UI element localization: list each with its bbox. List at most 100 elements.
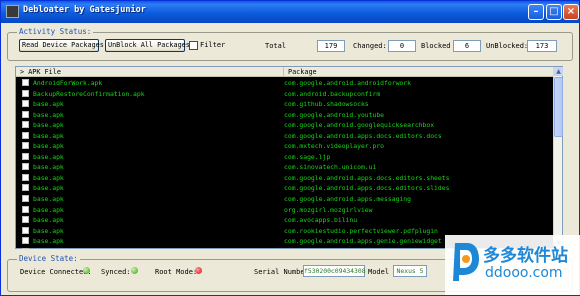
row-block-checkbox[interactable] — [22, 226, 29, 234]
row-block-checkbox[interactable] — [22, 163, 29, 171]
apk-file-cell: base.apk — [33, 195, 64, 204]
row-block-checkbox[interactable] — [22, 89, 29, 97]
row-block-checkbox[interactable] — [22, 152, 29, 160]
table-row[interactable]: base.apk com.google.android.apps.docs.edi… — [16, 183, 554, 194]
package-cell: com.google.android.apps.genie.geniewidge… — [284, 237, 442, 246]
model-value: Nexus 5 — [393, 265, 427, 277]
table-row[interactable]: AndroidForWork.apk com.google.android.and… — [16, 78, 554, 89]
package-cell: com.mxtech.videoplayer.pro — [284, 142, 385, 151]
scroll-up-icon[interactable]: ▲ — [554, 67, 563, 76]
table-row[interactable]: base.apk com.github.shadowsocks — [16, 99, 554, 110]
table-row[interactable]: BackupRestoreConfirmation.apk com.android… — [16, 89, 554, 100]
app-window: Debloater by Gatesjunior – □ × Activity … — [0, 0, 580, 296]
filter-label: Filter — [200, 41, 226, 49]
row-block-checkbox[interactable] — [22, 216, 29, 224]
apk-file-cell: base.apk — [33, 110, 64, 119]
table-row[interactable]: base.apk com.mxtech.videoplayer.pro — [16, 141, 554, 152]
row-block-checkbox[interactable] — [22, 142, 29, 150]
apk-file-cell: base.apk — [33, 163, 64, 172]
row-block-checkbox[interactable] — [22, 173, 29, 181]
synced-label: Synced: — [101, 268, 131, 276]
vertical-scrollbar[interactable]: ▲ ▼ — [553, 67, 563, 248]
column-header-package[interactable]: Package — [284, 67, 554, 77]
minimize-button[interactable]: – — [528, 4, 544, 20]
unblocked-value: 173 — [527, 40, 557, 52]
row-block-checkbox[interactable] — [22, 237, 29, 245]
scroll-thumb[interactable] — [554, 77, 563, 137]
apk-file-cell: base.apk — [33, 247, 64, 249]
apk-file-cell: base.apk — [33, 142, 64, 151]
serial-number-value: f530200c09434308 — [303, 265, 366, 277]
row-block-checkbox[interactable] — [22, 184, 29, 192]
title-bar[interactable]: Debloater by Gatesjunior – □ × — [1, 1, 579, 23]
maximize-button[interactable]: □ — [546, 4, 562, 20]
apk-file-cell: base.apk — [33, 131, 64, 140]
apk-file-cell: AndroidForWork.apk — [33, 79, 103, 87]
watermark-logo-icon — [453, 243, 479, 281]
row-block-checkbox[interactable] — [22, 131, 29, 139]
row-block-checkbox[interactable] — [22, 195, 29, 203]
list-rows: AndroidForWork.apk com.google.android.and… — [16, 78, 554, 249]
package-cell: com.google.android.apps.messaging — [284, 195, 411, 204]
row-block-checkbox[interactable] — [22, 100, 29, 108]
package-cell: com.rookiestudio.perfectviewer.pdfplugin — [284, 226, 438, 235]
table-row[interactable]: base.apk com.google.android.apps.docs.edi… — [16, 173, 554, 184]
table-row[interactable]: base.apk com.google.android.apps.docs.edi… — [16, 131, 554, 142]
table-row[interactable]: base.apk com.avocapps.bilinu — [16, 215, 554, 226]
apk-file-cell: base.apk — [33, 216, 64, 225]
total-label: Total — [265, 42, 287, 50]
unblocked-label: UnBlocked: — [486, 42, 529, 50]
model-label: Model — [368, 268, 390, 276]
activity-status-legend: Activity Status: — [17, 27, 94, 36]
blocked-label: Blocked — [421, 42, 451, 50]
app-icon — [6, 5, 19, 18]
row-block-checkbox[interactable] — [22, 205, 29, 213]
package-cell: com.google.android.apps.docs.editors.sli… — [284, 184, 450, 193]
table-row[interactable]: base.apk com.google.android.googlequickse… — [16, 120, 554, 131]
package-cell: com.github.shadowsocks — [284, 100, 369, 109]
device-connected-indicator-icon — [83, 267, 90, 274]
package-cell: com.google.android.apps.docs.editors.doc… — [284, 131, 442, 140]
apk-file-cell: base.apk — [33, 205, 64, 214]
package-cell: com.sage.ljp — [284, 152, 331, 161]
synced-indicator-icon — [131, 267, 138, 274]
package-cell: com.google.android.apps.docs.editors.she… — [284, 173, 450, 182]
apk-file-cell: base.apk — [33, 100, 64, 109]
package-cell: com.rookiestudio.perfectviewer — [284, 247, 399, 249]
column-header-apk-file-label: APK File — [28, 68, 61, 76]
close-button[interactable]: × — [563, 4, 579, 20]
root-mode-indicator-icon — [195, 267, 202, 274]
root-mode-label: Root Mode: — [155, 268, 198, 276]
package-cell: com.avocapps.bilinu — [284, 216, 358, 225]
package-cell: com.sinovatech.unicom.ui — [284, 163, 377, 172]
apk-file-cell: base.apk — [33, 226, 64, 235]
watermark: 多多软件站 ddooo.com — [445, 235, 580, 295]
row-block-checkbox[interactable] — [22, 79, 29, 86]
unblock-all-packages-button[interactable]: UnBlock All Packages — [105, 39, 190, 52]
package-cell: org.mozgirl.mozgirlview — [284, 205, 373, 214]
filter-checkbox[interactable] — [189, 41, 198, 50]
row-block-checkbox[interactable] — [22, 121, 29, 129]
table-row[interactable]: base.apk com.google.android.apps.messagin… — [16, 194, 554, 205]
window-title: Debloater by Gatesjunior — [23, 5, 146, 15]
package-cell: com.google.android.googlequicksearchbox — [284, 121, 435, 130]
watermark-en-text: ddooo.com — [485, 265, 563, 281]
read-device-packages-button[interactable]: Read Device Packages — [19, 39, 104, 52]
package-cell: com.google.android.androidforwork — [284, 79, 411, 87]
table-row[interactable]: base.apk org.mozgirl.mozgirlview — [16, 205, 554, 216]
table-row[interactable]: base.apk com.sage.ljp — [16, 152, 554, 163]
changed-label: Changed: — [353, 42, 387, 50]
column-header-apk-file[interactable]: > APK File — [16, 67, 284, 77]
row-block-checkbox[interactable] — [22, 110, 29, 118]
package-list[interactable]: > APK File Package AndroidForWork.apk com… — [15, 66, 563, 249]
apk-file-cell: base.apk — [33, 121, 64, 130]
package-cell: com.google.android.youtube — [284, 110, 385, 119]
table-row[interactable]: base.apk com.google.android.youtube — [16, 110, 554, 121]
apk-file-cell: base.apk — [33, 184, 64, 193]
changed-value: 0 — [388, 40, 416, 52]
row-block-checkbox[interactable] — [22, 247, 29, 249]
list-header: > APK File Package — [16, 67, 554, 77]
table-row[interactable]: base.apk com.sinovatech.unicom.ui — [16, 162, 554, 173]
total-value: 179 — [317, 40, 345, 52]
package-cell: com.android.backupconfirm — [284, 89, 381, 98]
